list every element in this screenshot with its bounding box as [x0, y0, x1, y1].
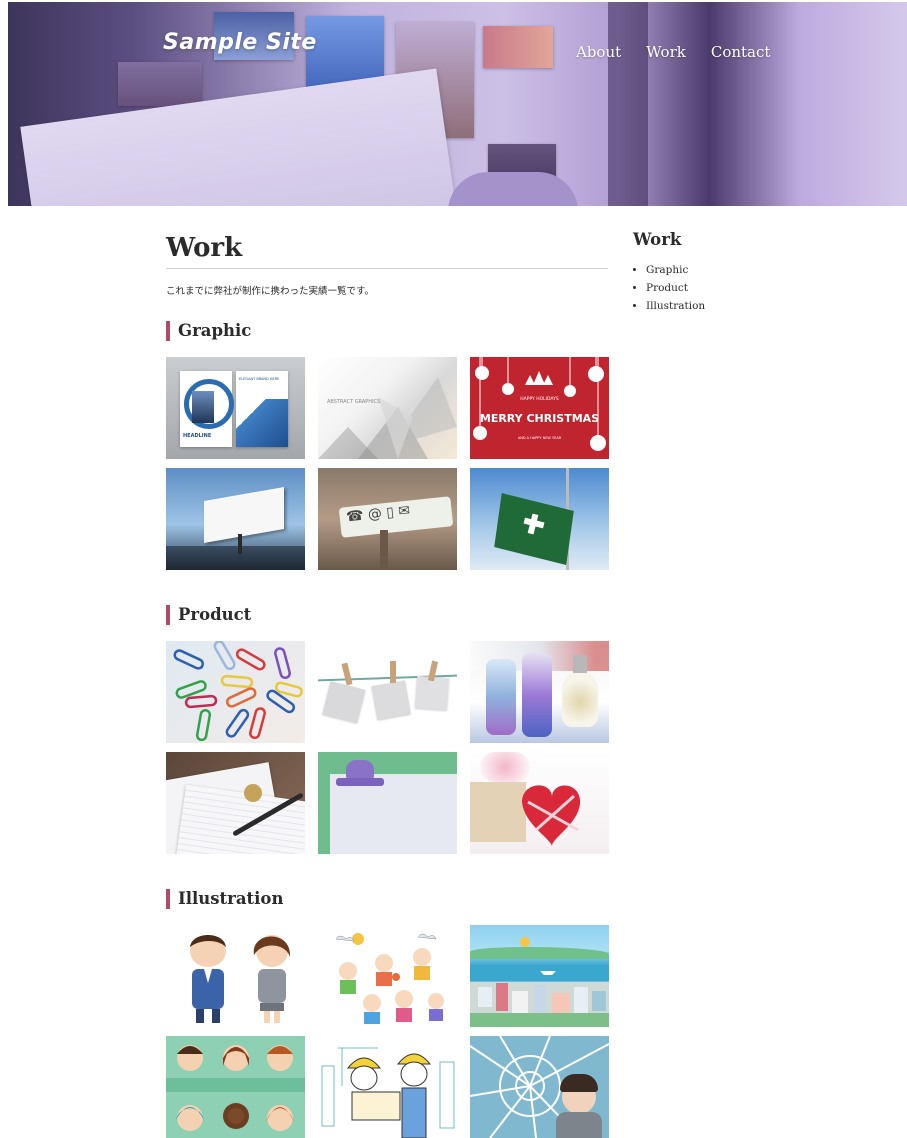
city-landscape-image[interactable] — [470, 925, 609, 1027]
sidebar-item-product: Product — [646, 279, 705, 297]
sidebar-link-graphic[interactable]: Graphic — [646, 264, 688, 276]
sidebar-list: Graphic Product Illustration — [633, 261, 705, 315]
business-people-image[interactable] — [166, 925, 305, 1027]
global-nav: About Work Contact — [576, 43, 795, 61]
sidebar-link-product[interactable]: Product — [646, 282, 688, 294]
hanging-notes-image[interactable] — [318, 641, 457, 743]
section-illustration: Illustration — [166, 889, 609, 1138]
kids-playing-image[interactable] — [318, 925, 457, 1027]
image-grid — [166, 641, 609, 854]
nav-work[interactable]: Work — [646, 43, 686, 61]
section-product: Product — [166, 605, 609, 854]
clipboard-image[interactable] — [318, 752, 457, 854]
page-lead: これまでに弊社が制作に携わった実績一覧です。 — [166, 286, 375, 297]
letter-and-pen-image[interactable] — [166, 752, 305, 854]
sidebar-link-illustration[interactable]: Illustration — [646, 300, 705, 312]
paper-clips-image[interactable] — [166, 641, 305, 743]
contact-sign-image[interactable]: ☎ @ ▯ ✉ — [318, 468, 457, 570]
abstract-graphics-image[interactable]: ABSTRACT GRAPHICS — [318, 357, 457, 459]
site-logo[interactable]: Sample Site — [163, 30, 317, 55]
broken-glass-image[interactable] — [470, 1036, 609, 1138]
nav-contact[interactable]: Contact — [711, 43, 771, 61]
title-divider — [166, 268, 608, 269]
billboard-image[interactable] — [166, 468, 305, 570]
heart-gift-box-image[interactable] — [470, 752, 609, 854]
section-graphic: Graphic HEADLINE ELEGANT BRAND HERE ABST… — [166, 321, 609, 570]
flag-image[interactable] — [470, 468, 609, 570]
main-content: Work これまでに弊社が制作に携わった実績一覧です。 Graphic HEAD… — [166, 228, 609, 1138]
section-title: Illustration — [166, 889, 608, 909]
herbarium-bottles-image[interactable] — [470, 641, 609, 743]
image-grid: HEADLINE ELEGANT BRAND HERE ABSTRACT GRA… — [166, 357, 609, 570]
sidebar-item-illustration: Illustration — [646, 297, 705, 315]
section-title: Product — [166, 605, 608, 625]
section-title: Graphic — [166, 321, 608, 341]
nav-about[interactable]: About — [576, 43, 621, 61]
christmas-card-image[interactable]: HAPPY HOLIDAYS MERRY CHRISTMAS AND A HAP… — [470, 357, 609, 459]
diverse-faces-image[interactable] — [166, 1036, 305, 1138]
brochure-image[interactable]: HEADLINE ELEGANT BRAND HERE — [166, 357, 305, 459]
hero-banner: Sample Site About Work Contact — [8, 2, 907, 206]
page-title: Work — [166, 233, 243, 263]
sidebar: Work Graphic Product Illustration — [633, 230, 705, 315]
sidebar-title: Work — [633, 230, 682, 249]
construction-workers-image[interactable] — [318, 1036, 457, 1138]
sidebar-item-graphic: Graphic — [646, 261, 705, 279]
image-grid — [166, 925, 609, 1138]
